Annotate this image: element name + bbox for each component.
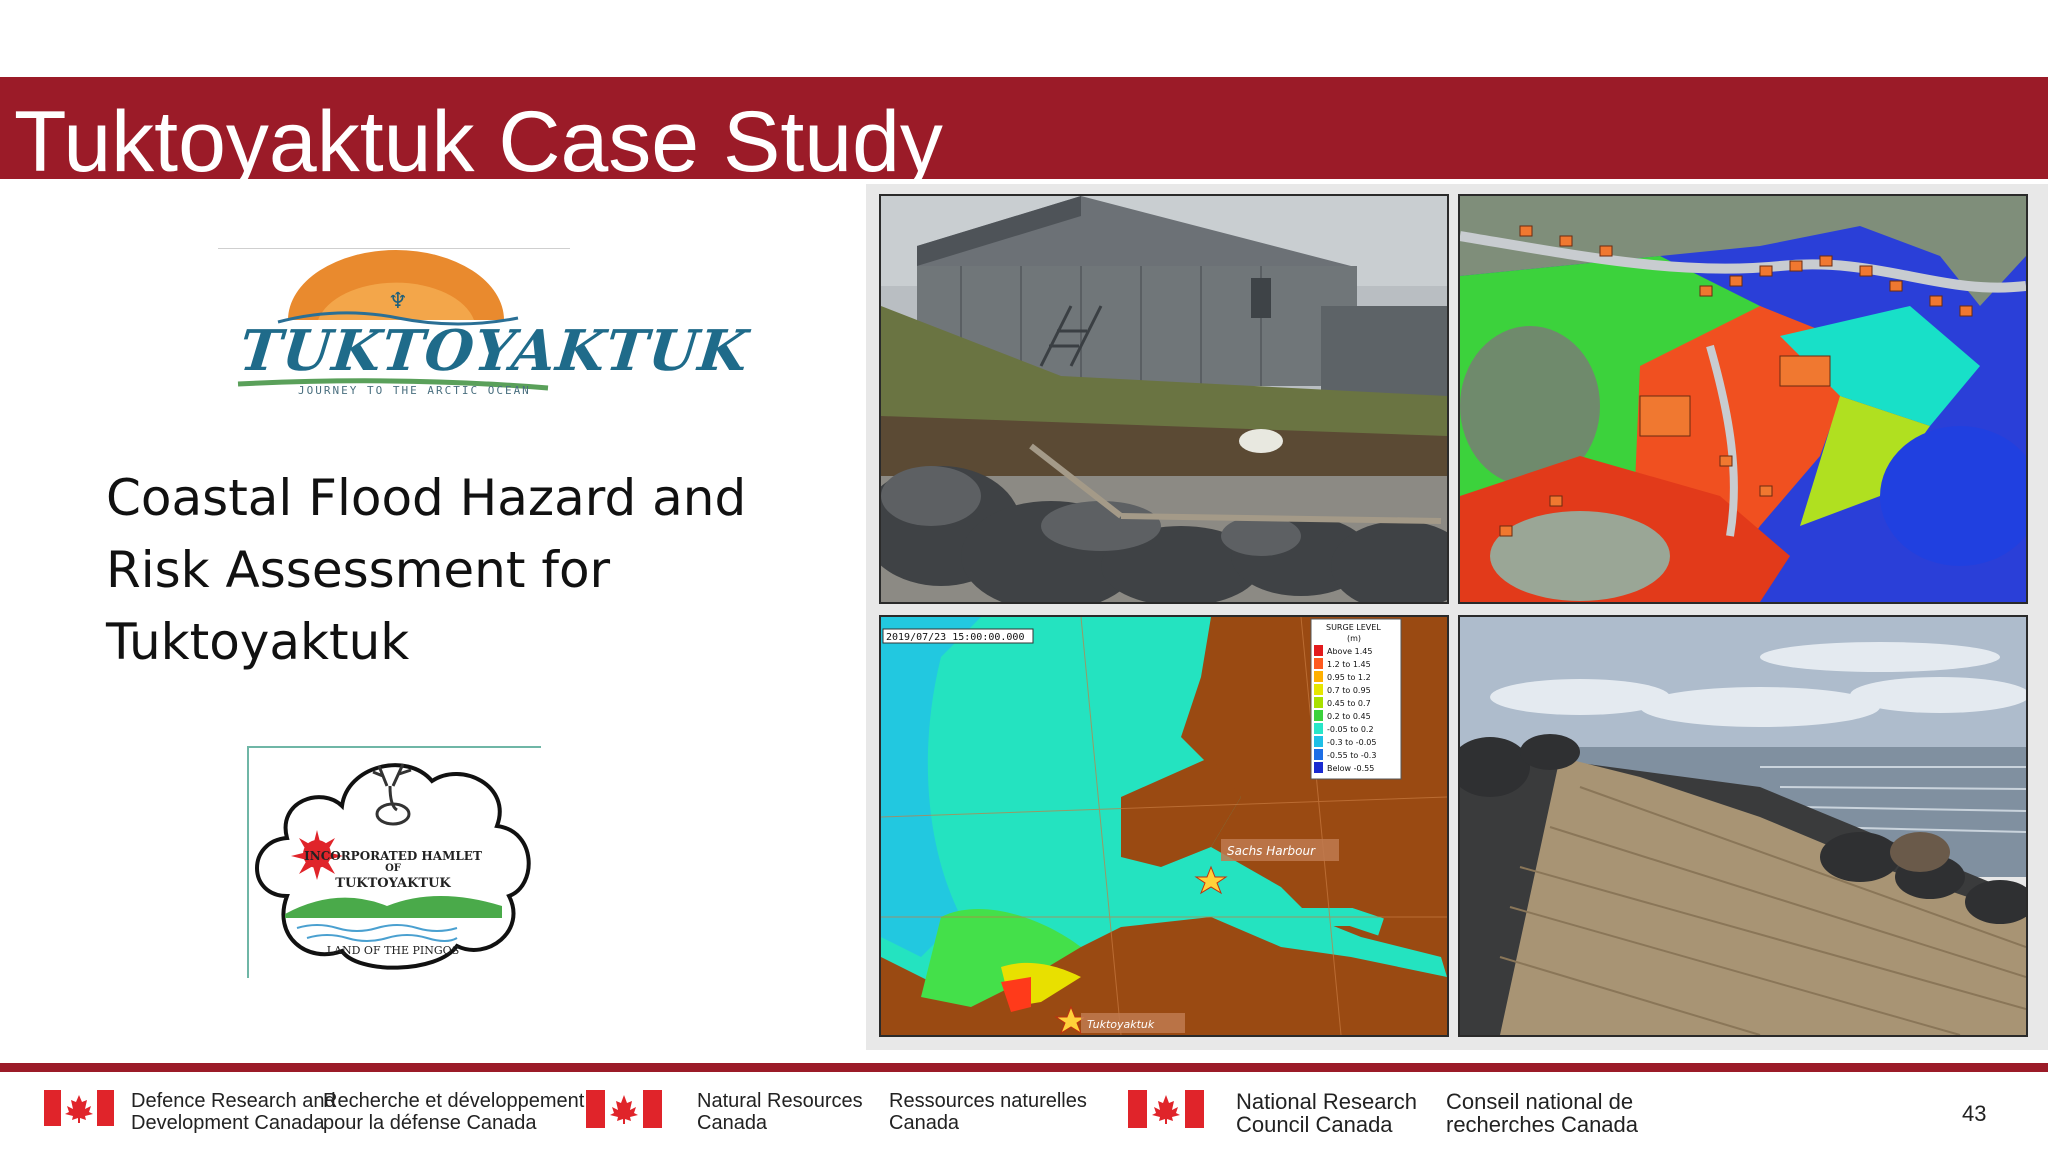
hamlet-line2: OF	[385, 863, 401, 874]
legend-swatch	[1314, 762, 1323, 773]
shoreline-erosion-photo	[879, 194, 1449, 604]
nrcan-english: Natural Resources Canada	[697, 1090, 863, 1134]
page-number: 43	[1962, 1101, 1987, 1126]
subtitle-line: Coastal Flood Hazard and	[106, 469, 747, 527]
legend-label: Below -0.55	[1327, 764, 1374, 773]
legend-swatch	[1314, 684, 1323, 695]
nrcan-french: Ressources naturelles Canada	[889, 1090, 1087, 1134]
legend-swatch	[1314, 710, 1323, 721]
legend-swatch	[1314, 645, 1323, 656]
legend-swatch	[1314, 736, 1323, 747]
legend-swatch	[1314, 697, 1323, 708]
nrc-english: National Research Council Canada	[1236, 1090, 1417, 1136]
legend-swatch	[1314, 671, 1323, 682]
footer-line: National Research	[1236, 1089, 1417, 1114]
model-timestamp: 2019/07/23 15:00:00.000	[886, 632, 1024, 643]
legend-label: Above 1.45	[1327, 647, 1372, 656]
legend-swatch	[1314, 749, 1323, 760]
legend-title: SURGE LEVEL	[1326, 623, 1381, 632]
legend-label: 0.95 to 1.2	[1327, 673, 1371, 682]
flood-depth-map	[1458, 194, 2028, 604]
sachs-harbour-label: Sachs Harbour	[1227, 844, 1316, 858]
footer-line: recherches Canada	[1446, 1112, 1639, 1137]
surge-level-legend: SURGE LEVEL (m) Above 1.45 1.2 to 1.45 0.9…	[1310, 618, 1402, 780]
legend-label: -0.3 to -0.05	[1327, 738, 1376, 747]
tuktoyaktuk-tourism-logo: ♆ TUKTOYAKTUK JOURNEY TO THE ARCTIC OCEA…	[218, 248, 752, 408]
legend-label: 1.2 to 1.45	[1327, 660, 1371, 669]
footer-line: Canada	[697, 1112, 768, 1134]
logo-tagline: JOURNEY TO THE ARCTIC OCEAN	[298, 384, 531, 397]
footer-line: Ressources naturelles	[889, 1090, 1087, 1112]
footer-line: Conseil national de	[1446, 1089, 1634, 1114]
shore-protection-photo	[1458, 615, 2028, 1037]
footer-line: Recherche et développement	[323, 1090, 585, 1112]
legend-label: -0.05 to 0.2	[1327, 725, 1374, 734]
footer-rule	[0, 1063, 2048, 1072]
footer-line: Natural Resources	[697, 1090, 863, 1112]
footer-line: Development Canada	[131, 1112, 325, 1134]
storm-surge-model-map: Sachs Harbour Tuktoyaktuk 2019/07/23 15:…	[879, 615, 1449, 1037]
footer-line: Canada	[889, 1112, 960, 1134]
drdc-french: Recherche et développement pour la défen…	[323, 1090, 584, 1134]
subtitle-line: Risk Assessment for	[106, 541, 611, 599]
hamlet-line3: TUKTOYAKTUK	[335, 876, 451, 891]
hamlet-line1: INCORPORATED HAMLET	[304, 849, 482, 863]
drdc-english: Defence Research and Development Canada	[131, 1090, 336, 1134]
canada-flag-icon	[586, 1090, 662, 1128]
logo-wordmark: TUKTOYAKTUK	[236, 318, 752, 384]
footer-line: Council Canada	[1236, 1112, 1393, 1137]
hamlet-of-tuktoyaktuk-logo: INCORPORATED HAMLET OF TUKTOYAKTUK LAND …	[247, 746, 541, 978]
canada-flag-icon	[44, 1090, 114, 1126]
slide-title: Tuktoyaktuk Case Study	[14, 94, 943, 190]
subtitle-line: Tuktoyaktuk	[106, 613, 410, 671]
legend-label: 0.2 to 0.45	[1327, 712, 1371, 721]
footer-line: Defence Research and	[131, 1090, 336, 1112]
legend-label: 0.45 to 0.7	[1327, 699, 1371, 708]
tuktoyaktuk-map-label: Tuktoyaktuk	[1087, 1018, 1155, 1031]
footer-line: pour la défense Canada	[323, 1112, 537, 1134]
hamlet-motto: LAND OF THE PINGOS	[326, 944, 460, 957]
nrc-french: Conseil national de recherches Canada	[1446, 1090, 1638, 1136]
legend-swatch	[1314, 658, 1323, 669]
legend-unit: (m)	[1347, 634, 1361, 643]
legend-swatch	[1314, 723, 1323, 734]
legend-label: 0.7 to 0.95	[1327, 686, 1371, 695]
legend-label: -0.55 to -0.3	[1327, 751, 1376, 760]
svg-text:♆: ♆	[388, 289, 408, 314]
canada-flag-icon	[1128, 1090, 1204, 1128]
slide-subtitle: Coastal Flood Hazard and Risk Assessment…	[106, 462, 746, 678]
